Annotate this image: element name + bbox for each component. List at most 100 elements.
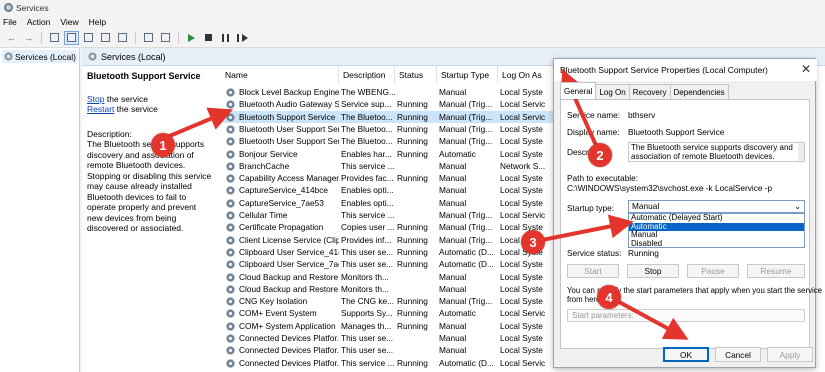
cell-startup: Manual (439, 197, 467, 208)
general-tab-panel: Service name: bthserv Display name: Blue… (560, 99, 822, 349)
cell-startup: Manual (439, 271, 467, 282)
cell-status: Running (397, 111, 428, 122)
table-row[interactable]: Capability Access Manager ... Provides fa… (221, 172, 561, 184)
table-row[interactable]: Bonjour Service Enables har... Running Auto… (221, 148, 561, 160)
service-gear-icon (226, 112, 235, 122)
cell-name: Cloud Backup and Restore ... (239, 271, 339, 282)
description-box[interactable]: The Bluetooth service supports discovery… (628, 142, 805, 162)
show-tree-icon[interactable] (47, 31, 62, 45)
service-name-value: bthserv (628, 110, 656, 120)
table-row[interactable]: COM+ Event System Supports Sy... Running Au… (221, 307, 561, 319)
view-icon[interactable] (158, 31, 173, 45)
export-icon[interactable] (115, 31, 130, 45)
table-row[interactable]: COM+ System Application Manages th... Runn… (221, 320, 561, 332)
cell-desc: Monitors th... (341, 283, 389, 294)
cell-logon: Local Syste (500, 259, 543, 270)
tab-general[interactable]: General (560, 82, 597, 99)
table-row[interactable]: Clipboard User Service_7ae53This user se… (221, 258, 561, 270)
cell-startup: Manual (439, 345, 467, 356)
table-row[interactable]: Block Level Backup Engine ... The WBENG..… (221, 86, 561, 98)
menu-view[interactable]: View (60, 17, 78, 27)
menu-help[interactable]: Help (89, 17, 106, 27)
column-header-name[interactable]: Name (221, 66, 339, 83)
column-header-status[interactable]: Status (395, 66, 437, 83)
stop-link[interactable]: Stop (87, 94, 105, 104)
table-row[interactable]: Certificate Propagation Copies user ... Ru… (221, 221, 561, 233)
cell-name: Bonjour Service (239, 148, 298, 159)
table-row[interactable]: Cellular Time This service ... Manual (Tri… (221, 209, 561, 221)
service-gear-icon (226, 334, 235, 343)
step-badge-1: 1 (151, 133, 175, 157)
pause-button[interactable]: Pause (687, 264, 739, 278)
resume-button[interactable]: Resume (747, 264, 805, 278)
forward-arrow-icon[interactable]: → (21, 31, 36, 45)
table-row[interactable]: Cloud Backup and Restore ... Monitors th.… (221, 283, 561, 295)
close-icon[interactable]: ✕ (801, 62, 811, 76)
table-row[interactable]: Bluetooth Support Service The Bluetoo... R… (221, 110, 561, 123)
description-scrollbar[interactable] (798, 143, 804, 161)
table-row[interactable]: Cloud Backup and Restore ... Monitors th.… (221, 271, 561, 283)
cell-name: CaptureService_414bce (239, 185, 329, 196)
back-arrow-icon[interactable]: ← (4, 31, 19, 45)
restart-link[interactable]: Restart (87, 104, 114, 114)
dialog-title-bar: Bluetooth Support Service Properties (Lo… (554, 59, 817, 81)
table-row[interactable]: Bluetooth Audio Gateway S... Service sup.… (221, 98, 561, 110)
apply-button[interactable]: Apply (767, 347, 813, 362)
cell-desc: This user se... (341, 345, 394, 356)
stop-button[interactable]: Stop (627, 264, 679, 278)
cell-name: Bluetooth Audio Gateway S... (239, 99, 339, 110)
start-service-icon[interactable] (184, 31, 199, 45)
startup-type-select[interactable]: Manual ⌄ (628, 200, 805, 213)
cell-status: Running (397, 173, 428, 184)
stop-service-icon[interactable] (201, 31, 216, 45)
tree-item-services-local[interactable]: Services (Local) (2, 50, 77, 63)
service-gear-icon (226, 88, 235, 97)
table-row[interactable]: BranchCache This service ... Manual Network… (221, 160, 561, 172)
cell-logon: Local Syste (500, 296, 543, 307)
tab-recovery[interactable]: Recovery (628, 84, 671, 99)
tab-dependencies[interactable]: Dependencies (669, 84, 729, 99)
table-row[interactable]: Connected Devices Platfor... This user se… (221, 344, 561, 356)
menu-file[interactable]: File (3, 17, 17, 27)
cell-status (395, 332, 437, 344)
start-parameters-input[interactable]: Start parameters: (567, 309, 805, 322)
ok-button[interactable]: OK (663, 347, 709, 362)
services-gear-icon (88, 52, 97, 61)
table-row[interactable]: Connected Devices Platfor... This user se… (221, 332, 561, 344)
restart-service-icon[interactable] (235, 31, 250, 45)
services-gear-icon (4, 52, 13, 61)
table-row[interactable]: CNG Key Isolation The CNG ke... Running Man… (221, 295, 561, 307)
service-gear-icon (226, 297, 235, 307)
table-row[interactable]: CaptureService_7ae53 Enables opti... Manua… (221, 197, 561, 209)
properties-icon[interactable] (81, 31, 96, 45)
cancel-button[interactable]: Cancel (715, 347, 761, 362)
service-gear-icon (226, 358, 235, 368)
column-header-log-on-as[interactable]: Log On As (498, 66, 558, 83)
title-bar: Services (0, 0, 825, 15)
table-row[interactable]: Client License Service (ClipS...Provides… (221, 234, 561, 246)
service-gear-icon (226, 211, 235, 220)
main-pane-title: Services (Local) (101, 51, 166, 62)
cell-startup: Manual (439, 320, 467, 331)
menu-action[interactable]: Action (27, 17, 51, 27)
table-row[interactable]: Bluetooth User Support Ser... The Bluetoo… (221, 123, 561, 135)
column-header-description[interactable]: Description (339, 66, 395, 83)
cell-name: Cloud Backup and Restore ... (239, 283, 339, 294)
console-tree-icon[interactable] (64, 30, 79, 45)
table-row[interactable]: Bluetooth User Support Ser... The Bluetoo… (221, 135, 561, 147)
help-icon[interactable] (141, 31, 156, 45)
pause-service-icon[interactable] (218, 31, 233, 45)
cell-desc: The Bluetoo... (341, 136, 393, 147)
table-row[interactable]: CaptureService_414bce Enables opti... Manu… (221, 184, 561, 196)
start-button[interactable]: Start (567, 264, 619, 278)
table-row[interactable]: Connected Devices Platfor... This service… (221, 357, 561, 369)
display-name-value: Bluetooth Support Service (628, 127, 725, 137)
path-value: C:\WINDOWS\system32\svchost.exe -k Local… (567, 183, 773, 193)
table-row[interactable]: Clipboard User Service_414... This user s… (221, 246, 561, 258)
refresh-icon[interactable] (98, 31, 113, 45)
cell-desc: The CNG ke... (341, 296, 395, 307)
toolbar-divider (41, 31, 42, 44)
column-header-startup-type[interactable]: Startup Type (437, 66, 498, 83)
tab-log-on[interactable]: Log On (595, 84, 630, 99)
cell-logon: Local Syste (500, 87, 543, 97)
